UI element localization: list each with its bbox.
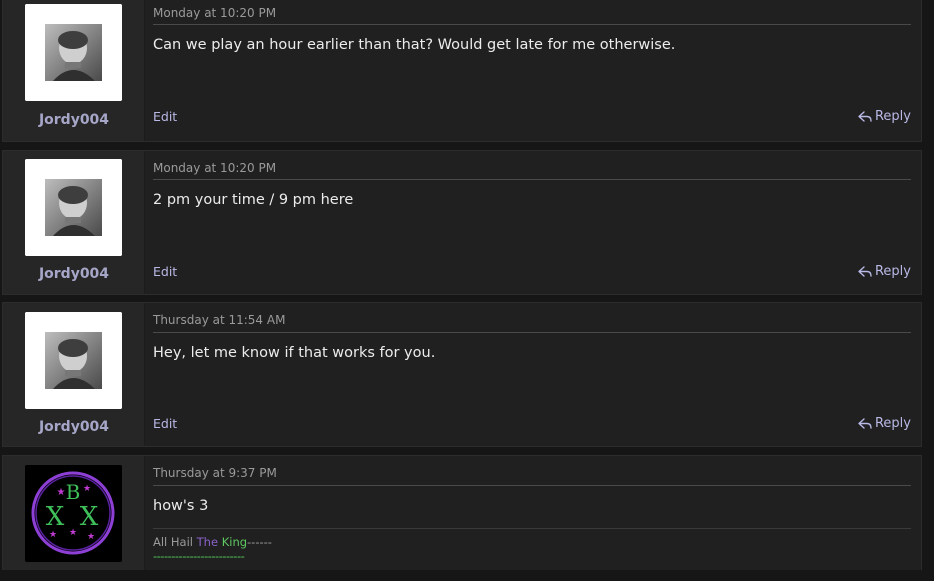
reply-label: Reply [874, 264, 911, 279]
divider [153, 485, 911, 486]
svg-text:★: ★ [57, 487, 66, 498]
svg-text:★: ★ [87, 532, 95, 542]
signature-king: King [221, 535, 248, 549]
post-user-column: B X X ★ ★ ★ ★ ★ [3, 456, 145, 581]
post-content: Monday at 10:20 PM Can we play an hour e… [153, 0, 911, 141]
reply-button[interactable]: Reply [858, 416, 911, 431]
user-avatar[interactable] [25, 159, 122, 256]
divider [153, 179, 911, 180]
signature-the: The [196, 535, 219, 549]
post-body: Hey, let me know if that works for you. [153, 345, 436, 361]
portrait-avatar-icon [25, 312, 122, 409]
edit-link[interactable]: Edit [153, 109, 177, 124]
username[interactable]: Jordy004 [3, 266, 145, 282]
post-content: Monday at 10:20 PM 2 pm your time / 9 pm… [153, 151, 911, 294]
purple-circle-bx-logo-icon: B X X ★ ★ ★ ★ ★ [25, 465, 122, 562]
svg-text:★: ★ [49, 530, 57, 540]
signature-divider-line: ------------------------- [153, 549, 245, 563]
signature-divider [153, 528, 911, 529]
signature-prefix: All Hail [153, 535, 197, 549]
username[interactable]: Jordy004 [3, 419, 145, 435]
svg-text:X: X [46, 502, 65, 532]
post-content: Thursday at 9:37 PM how's 3 All Hail The… [153, 456, 911, 581]
svg-text:★: ★ [83, 484, 91, 494]
portrait-avatar-icon [25, 4, 122, 101]
signature-line: All Hail The King------ [153, 535, 272, 549]
post-date[interactable]: Monday at 10:20 PM [153, 161, 276, 175]
bottom-edge [0, 570, 934, 581]
post-body: 2 pm your time / 9 pm here [153, 192, 354, 208]
edit-link[interactable]: Edit [153, 416, 177, 431]
divider [153, 24, 911, 25]
user-avatar[interactable]: B X X ★ ★ ★ ★ ★ [25, 465, 122, 562]
svg-text:B: B [66, 480, 81, 504]
svg-text:X: X [80, 502, 99, 532]
post-user-column: Jordy004 [3, 0, 145, 141]
signature-suffix: ------ [247, 535, 272, 549]
edit-link[interactable]: Edit [153, 264, 177, 279]
reply-arrow-icon [858, 265, 872, 277]
message-post: Jordy004 Thursday at 11:54 AM Hey, let m… [2, 302, 922, 447]
message-post: Jordy004 Monday at 10:20 PM Can we play … [2, 0, 922, 142]
post-date[interactable]: Thursday at 11:54 AM [153, 313, 285, 327]
reply-arrow-icon [858, 110, 872, 122]
message-post: B X X ★ ★ ★ ★ ★ Thursday at 9:37 PM how'… [2, 455, 922, 581]
divider [153, 332, 911, 333]
post-user-column: Jordy004 [3, 303, 145, 446]
reply-button[interactable]: Reply [858, 264, 911, 279]
user-avatar[interactable] [25, 4, 122, 101]
reply-label: Reply [874, 416, 911, 431]
portrait-avatar-icon [25, 159, 122, 256]
message-thread: Jordy004 Monday at 10:20 PM Can we play … [0, 0, 934, 581]
post-date[interactable]: Thursday at 9:37 PM [153, 466, 277, 480]
message-post: Jordy004 Monday at 10:20 PM 2 pm your ti… [2, 150, 922, 295]
reply-label: Reply [874, 109, 911, 124]
reply-arrow-icon [858, 417, 872, 429]
post-content: Thursday at 11:54 AM Hey, let me know if… [153, 303, 911, 446]
username[interactable]: Jordy004 [3, 112, 145, 128]
user-avatar[interactable] [25, 312, 122, 409]
post-date[interactable]: Monday at 10:20 PM [153, 6, 276, 20]
svg-text:★: ★ [69, 528, 77, 538]
reply-button[interactable]: Reply [858, 109, 911, 124]
post-body: how's 3 [153, 498, 209, 514]
post-user-column: Jordy004 [3, 151, 145, 294]
post-body: Can we play an hour earlier than that? W… [153, 37, 676, 53]
